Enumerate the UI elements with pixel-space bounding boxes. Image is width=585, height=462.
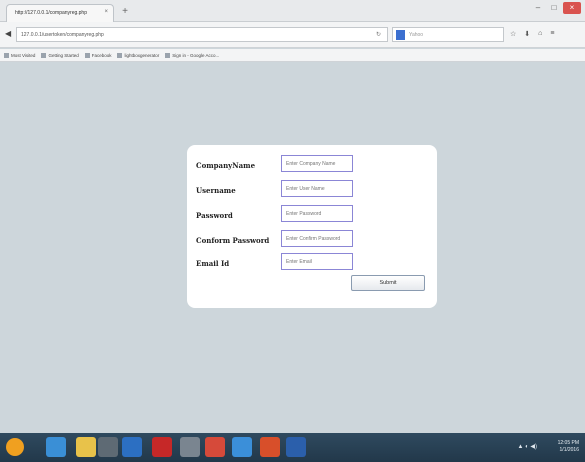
reload-icon[interactable]: ↻: [376, 31, 381, 38]
email-input[interactable]: [281, 253, 353, 270]
username-label: Username: [196, 186, 236, 195]
form-row-username: Username: [196, 180, 428, 200]
bookmark-label: Getting Started: [48, 52, 79, 58]
taskbar-app-icon[interactable]: [260, 437, 280, 457]
clock[interactable]: 12:05 PM 1/1/2016: [558, 440, 579, 454]
bookmark-label: Sign in - Google Acco...: [172, 52, 220, 58]
bookmark-item[interactable]: Most Visited: [4, 52, 35, 58]
taskbar-app-icon[interactable]: [205, 437, 225, 457]
bookmark-icon: [117, 52, 123, 58]
bookmark-star-icon[interactable]: ☆: [510, 30, 516, 38]
word-icon[interactable]: [286, 437, 306, 457]
confirm-password-label: Conform Password: [196, 236, 270, 245]
internet-explorer-icon[interactable]: [46, 437, 66, 457]
close-window-icon[interactable]: ×: [563, 2, 581, 14]
form-row-companyname: CompanyName: [196, 155, 428, 175]
close-tab-icon[interactable]: ×: [104, 9, 108, 15]
bookmark-label: Facebook: [91, 52, 112, 58]
browser-navbar: ◀ 127.0.0.1/usertoken/companyreg.php ↻ Y…: [0, 22, 585, 48]
search-engine-icon: [396, 30, 405, 40]
search-placeholder: Yahoo: [409, 32, 424, 38]
tab-title: http://127.0.0.1/companyreg.php: [15, 10, 87, 16]
clock-date: 1/1/2016: [559, 447, 579, 453]
window-controls: – □ ×: [531, 2, 581, 14]
start-button-icon[interactable]: [6, 438, 24, 456]
toolbar-icons: ☆ ⬇ ⌂ ≡: [510, 30, 554, 38]
password-label: Password: [196, 211, 233, 220]
username-input[interactable]: [281, 180, 353, 197]
bookmarks-bar: Most Visited Getting Started Facebook li…: [0, 49, 585, 62]
companyname-input[interactable]: [281, 155, 353, 172]
password-input[interactable]: [281, 205, 353, 222]
new-tab-button[interactable]: +: [118, 6, 132, 18]
bookmark-icon: [165, 52, 171, 58]
bookmark-icon: [84, 52, 90, 58]
home-icon[interactable]: ⌂: [538, 30, 542, 38]
bookmark-item[interactable]: Getting Started: [41, 52, 79, 58]
clock-time: 12:05 PM: [557, 440, 579, 446]
page-content: CompanyName Username Password Conform Pa…: [0, 63, 585, 433]
form-row-password: Password: [196, 205, 428, 225]
taskbar-app-icon[interactable]: [152, 437, 172, 457]
companyname-label: CompanyName: [196, 161, 256, 170]
bookmark-label: lightboxgenerator: [124, 52, 160, 58]
taskbar-app-icon[interactable]: [122, 437, 142, 457]
browser-titlebar: http://127.0.0.1/companyreg.php × + – □ …: [0, 0, 585, 22]
confirm-password-input[interactable]: [281, 230, 353, 247]
submit-button[interactable]: Submit: [351, 275, 425, 291]
maximize-icon[interactable]: □: [547, 2, 561, 14]
file-explorer-icon[interactable]: [76, 437, 96, 457]
bookmark-label: Most Visited: [11, 52, 36, 58]
windows-taskbar: ▲ ◐ ◀) 12:05 PM 1/1/2016: [0, 433, 585, 462]
url-text: 127.0.0.1/usertoken/companyreg.php: [21, 32, 104, 38]
email-label: Email Id: [196, 259, 230, 268]
form-row-confirm-password: Conform Password: [196, 230, 428, 250]
bookmark-icon: [41, 52, 47, 58]
bookmark-item[interactable]: lightboxgenerator: [117, 52, 159, 58]
bookmark-icon: [4, 52, 9, 58]
bookmark-item[interactable]: Sign in - Google Acco...: [165, 52, 219, 58]
taskbar-app-icon[interactable]: [180, 437, 200, 457]
taskbar-app-icon[interactable]: [98, 437, 118, 457]
browser-tab[interactable]: http://127.0.0.1/companyreg.php ×: [6, 4, 114, 22]
registration-form: CompanyName Username Password Conform Pa…: [187, 145, 437, 308]
bookmark-item[interactable]: Facebook: [84, 52, 112, 58]
back-icon[interactable]: ◀: [5, 29, 11, 38]
address-bar[interactable]: 127.0.0.1/usertoken/companyreg.php ↻: [16, 27, 388, 42]
search-input[interactable]: Yahoo: [392, 27, 504, 42]
menu-icon[interactable]: ≡: [550, 30, 554, 38]
form-row-email: Email Id: [196, 253, 428, 273]
download-icon[interactable]: ⬇: [524, 30, 530, 38]
system-tray[interactable]: ▲ ◐ ◀): [517, 443, 537, 450]
taskbar-app-icon[interactable]: [232, 437, 252, 457]
minimize-icon[interactable]: –: [531, 2, 545, 14]
